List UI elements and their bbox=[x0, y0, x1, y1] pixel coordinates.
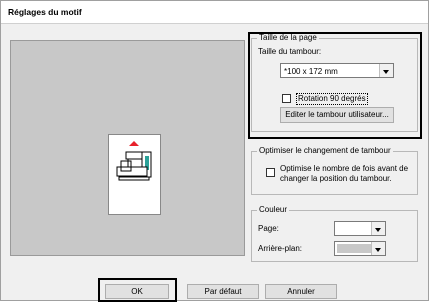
page-preview bbox=[108, 134, 161, 215]
color-group: Couleur Page: Arrière-plan: bbox=[251, 205, 418, 262]
color-legend: Couleur bbox=[257, 205, 290, 215]
page-size-highlight bbox=[248, 32, 422, 139]
preview-area bbox=[10, 40, 245, 256]
dialog-title: Réglages du motif bbox=[8, 7, 82, 17]
chevron-down-icon[interactable] bbox=[371, 222, 385, 235]
page-color-select[interactable] bbox=[334, 221, 386, 236]
background-color-swatch bbox=[337, 244, 371, 253]
embroidery-machine-icon bbox=[116, 151, 152, 181]
optimize-group: Optimiser le changement de tambour Optim… bbox=[251, 146, 418, 195]
default-button[interactable]: Par défaut bbox=[187, 284, 259, 299]
cancel-button[interactable]: Annuler bbox=[265, 284, 337, 299]
default-label: Par défaut bbox=[204, 287, 242, 296]
cancel-label: Annuler bbox=[287, 287, 315, 296]
title-bar: Réglages du motif bbox=[1, 1, 428, 24]
optimize-legend: Optimiser le changement de tambour bbox=[257, 146, 393, 156]
optimize-text-line1[interactable]: Optimise le nombre de fois avant de bbox=[280, 164, 408, 174]
background-color-label: Arrière-plan: bbox=[258, 244, 303, 253]
dialog-window: Réglages du motif Taille de la page Tail… bbox=[0, 0, 429, 302]
optimize-text-line2[interactable]: changer la position du tambour. bbox=[280, 174, 392, 184]
background-color-select[interactable] bbox=[334, 241, 386, 256]
page-color-swatch bbox=[337, 224, 371, 233]
page-color-label: Page: bbox=[258, 224, 279, 233]
orientation-arrow-icon bbox=[129, 141, 139, 146]
optimize-checkbox[interactable] bbox=[266, 168, 275, 177]
chevron-down-icon[interactable] bbox=[371, 242, 385, 255]
ok-highlight bbox=[98, 278, 177, 302]
